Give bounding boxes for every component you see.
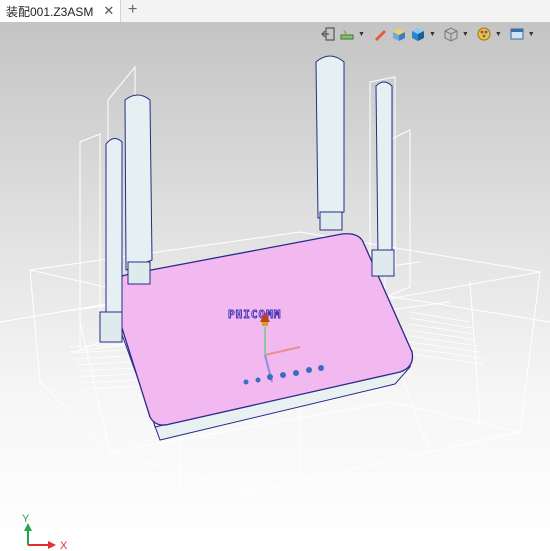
axis-x-label: X <box>60 540 68 551</box>
3d-viewport[interactable]: ▼ ▼ ▼ ▼ ▼ PHICOMM Y X <box>0 22 550 551</box>
antenna-rear-right <box>315 55 345 231</box>
antenna-front-left <box>99 138 123 343</box>
axis-y-label: Y <box>22 513 30 525</box>
document-tab[interactable]: 装配001.Z3ASM ✕ <box>0 0 121 22</box>
document-tab-title: 装配001.Z3ASM <box>6 4 94 19</box>
add-tab-icon[interactable]: + <box>128 1 137 19</box>
close-icon[interactable]: ✕ <box>103 3 114 19</box>
router-top-face[interactable] <box>109 233 414 426</box>
brand-label: PHICOMM <box>228 308 281 321</box>
model-scene[interactable]: PHICOMM Y X <box>0 22 550 551</box>
antenna-rear-left <box>124 94 153 285</box>
world-axis-triad: Y X <box>22 513 68 551</box>
document-tabbar: 装配001.Z3ASM ✕ + <box>0 0 550 23</box>
antenna-front-right <box>371 81 395 277</box>
